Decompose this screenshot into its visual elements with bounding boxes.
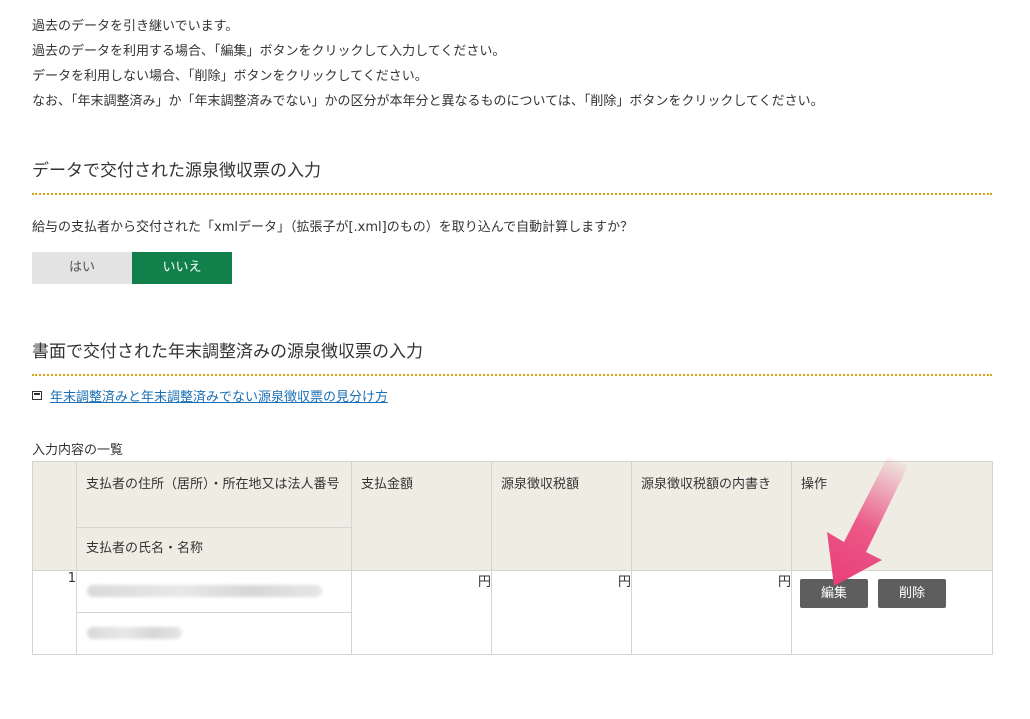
distinguish-guide-link[interactable]: 年末調整済みと年末調整済みでない源泉徴収票の見分け方 [50, 386, 388, 405]
notice-text: 過去のデータを引き継いでいます。 過去のデータを利用する場合、「編集」ボタンをク… [32, 14, 824, 114]
redacted-name [87, 627, 182, 639]
row-index: 1 [32, 570, 77, 655]
operation-header: 操作 [791, 461, 993, 571]
tax-detail-header: 源泉徴収税額の内書き [631, 461, 792, 571]
redacted-address [87, 585, 322, 597]
xml-import-toggle: はい いいえ [32, 252, 232, 284]
address-header: 支払者の住所（居所）・所在地又は法人番号 [76, 461, 352, 528]
notice-line-2: 過去のデータを利用する場合、「編集」ボタンをクリックして入力してください。 [32, 44, 506, 59]
operation-cell: 編集 削除 [791, 570, 993, 655]
payer-address-cell [76, 570, 352, 613]
payer-name-cell [76, 612, 352, 655]
tax-cell: 円 [491, 570, 632, 655]
notice-line-3: データを利用しない場合、「削除」ボタンをクリックしてください。 [32, 69, 428, 84]
tax-detail-cell: 円 [631, 570, 792, 655]
notice-line-4: なお、「年末調整済み」か「年末調整済みでない」かの区分が本年分と異なるものについ… [32, 94, 824, 109]
section-title-data-slip: データで交付された源泉徴収票の入力 [32, 156, 992, 195]
index-header [32, 461, 77, 571]
tax-header: 源泉徴収税額 [491, 461, 632, 571]
amount-cell: 円 [351, 570, 492, 655]
xml-import-question: 給与の支払者から交付された「xmlデータ」（拡張子が[.xml]のもの）を取り込… [32, 220, 634, 235]
entries-list-title: 入力内容の一覧 [32, 443, 124, 458]
edit-button[interactable]: 編集 [800, 579, 869, 608]
table-row: 1 円 円 円 編集 削除 [32, 570, 993, 655]
no-button[interactable]: いいえ [132, 252, 232, 284]
yes-button[interactable]: はい [32, 252, 132, 284]
entries-table: 支払者の住所（居所）・所在地又は法人番号 支払金額 源泉徴収税額 源泉徴収税額の… [32, 461, 993, 655]
name-header: 支払者の氏名・名称 [76, 527, 352, 571]
section-title-paper-slip: 書面で交付された年末調整済みの源泉徴収票の入力 [32, 337, 992, 376]
window-icon [32, 391, 42, 400]
amount-header: 支払金額 [351, 461, 492, 571]
notice-line-1: 過去のデータを引き継いでいます。 [32, 19, 239, 34]
guide-link-row: 年末調整済みと年末調整済みでない源泉徴収票の見分け方 [32, 386, 388, 405]
delete-button[interactable]: 削除 [878, 579, 947, 608]
